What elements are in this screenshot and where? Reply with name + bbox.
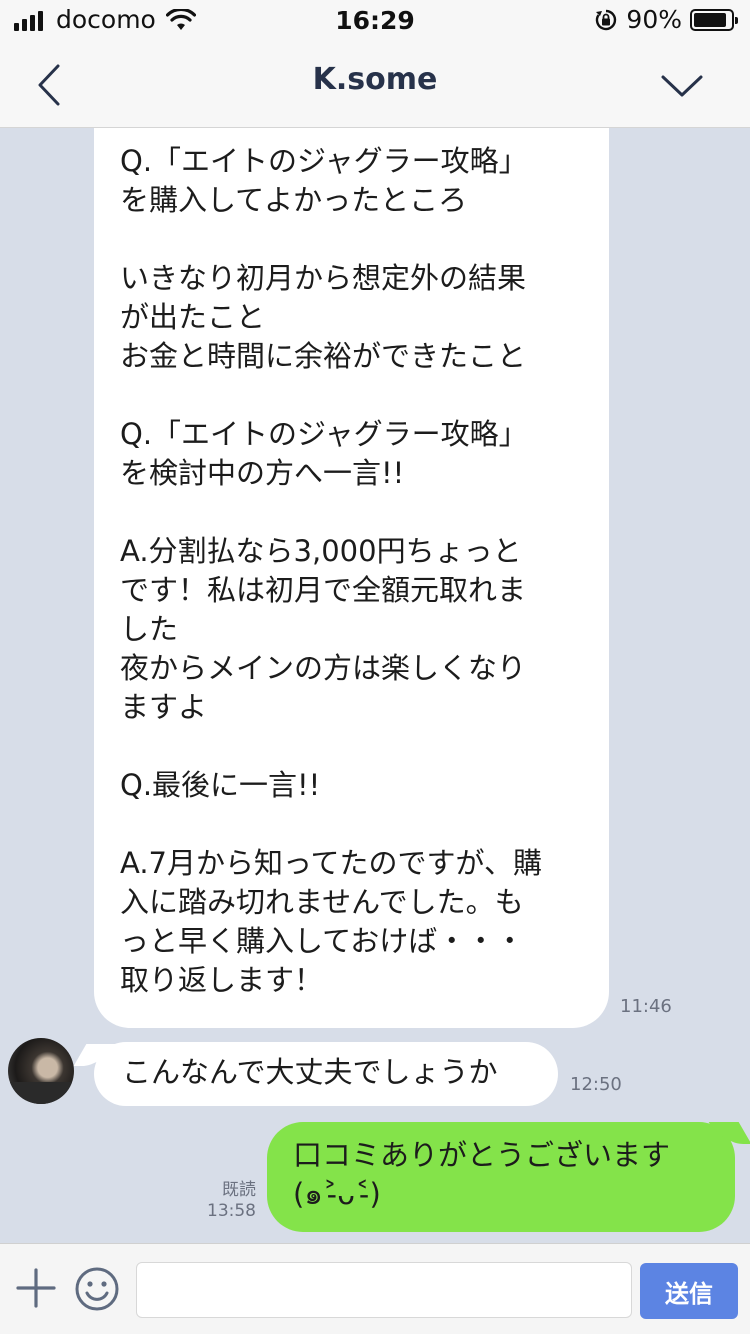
message-timestamp: 13:58 xyxy=(207,1201,256,1221)
chat-title: K.some xyxy=(312,62,438,97)
outgoing-message-bubble[interactable]: 口コミありがとうございます (๑˃̵ᴗ˂̵) xyxy=(267,1122,735,1232)
incoming-message-bubble[interactable]: Q.「エイトのジャグラー攻略」 を購入してよかったところ いきなり初月から想定外… xyxy=(94,128,609,1028)
plus-icon[interactable] xyxy=(16,1268,56,1308)
chat-header: K.some xyxy=(0,40,750,128)
chat-area[interactable]: Q.「エイトのジャグラー攻略」 を購入してよかったところ いきなり初月から想定外… xyxy=(0,128,750,1243)
outgoing-message-line: 口コミありがとうございます xyxy=(293,1138,671,1172)
battery-percent: 90% xyxy=(626,5,682,34)
orientation-lock-icon xyxy=(596,9,617,30)
status-right: 90% xyxy=(594,5,738,34)
message-timestamp: 12:50 xyxy=(570,1074,622,1095)
battery-fill xyxy=(694,12,727,27)
send-button[interactable]: 送信 xyxy=(640,1263,738,1319)
message-input[interactable] xyxy=(136,1262,632,1318)
incoming-message-bubble[interactable]: こんなんで大丈夫でしょうか xyxy=(94,1042,558,1106)
message-input-bar: 送信 xyxy=(0,1243,750,1334)
battery-icon xyxy=(690,8,738,31)
chevron-down-icon[interactable] xyxy=(660,70,704,100)
avatar[interactable] xyxy=(8,1038,74,1104)
read-receipt: 既読 13:58 xyxy=(196,1180,256,1222)
emoji-icon[interactable] xyxy=(74,1266,120,1312)
status-bar: docomo 16:29 90% xyxy=(0,0,750,40)
outgoing-message-line: (๑˃̵ᴗ˂̵) xyxy=(293,1177,381,1211)
read-label: 既読 xyxy=(222,1180,256,1200)
message-timestamp: 11:46 xyxy=(620,996,672,1017)
